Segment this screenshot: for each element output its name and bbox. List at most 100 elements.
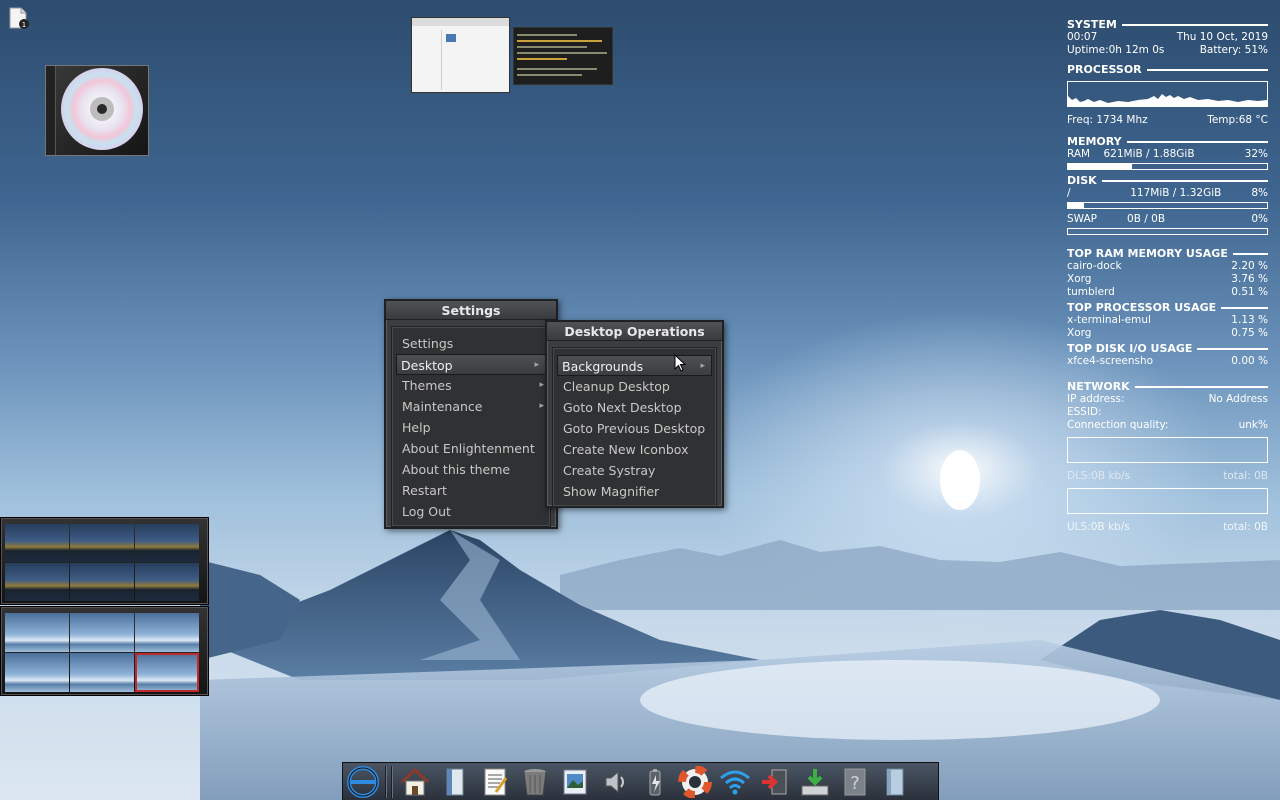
menu-item-create-iconbox[interactable]: Create New Iconbox: [553, 439, 716, 460]
swap-percent: 0%: [1251, 213, 1268, 225]
battery-icon[interactable]: [637, 765, 673, 799]
system-monitor-panel: SYSTEM 00:07 Thu 10 Oct, 2019 Uptime:0h 1…: [1067, 16, 1268, 534]
ram-value: 621MiB / 1.88GiB: [1103, 148, 1195, 160]
menu-item-backgrounds[interactable]: Backgrounds ▸: [557, 355, 712, 376]
help-lifebuoy-icon[interactable]: [677, 765, 713, 799]
home-icon[interactable]: [397, 765, 433, 799]
quality-label: Connection quality:: [1067, 419, 1169, 431]
menu-item-settings[interactable]: Settings: [392, 333, 550, 354]
dock: ?: [342, 762, 939, 800]
pager-desktop-cell[interactable]: [5, 563, 69, 601]
swap-label: SWAP: [1067, 213, 1097, 225]
submenu-arrow-icon: ▸: [539, 380, 544, 390]
section-memory: MEMORY: [1067, 135, 1268, 148]
logout-icon[interactable]: [757, 765, 793, 799]
submenu-arrow-icon: ▸: [534, 360, 539, 370]
upload-graph: [1067, 488, 1268, 514]
settings-menu: Settings Settings Desktop ▸ Themes ▸ Maint…: [384, 299, 558, 529]
ip-value: No Address: [1208, 393, 1268, 405]
section-system: SYSTEM: [1067, 18, 1268, 31]
desktop-pager-1: [0, 517, 209, 605]
menu-item-about-theme[interactable]: About this theme: [392, 459, 550, 480]
image-viewer-icon[interactable]: [557, 765, 593, 799]
menu-item-log-out[interactable]: Log Out: [392, 501, 550, 522]
dock-separator: [391, 765, 393, 798]
pager-desktop-cell[interactable]: [70, 563, 134, 601]
volume-icon[interactable]: [597, 765, 633, 799]
menu-item-about-enlightenment[interactable]: About Enlightenment: [392, 438, 550, 459]
terminal-window-preview[interactable]: [513, 27, 613, 85]
dock-separator: [385, 765, 387, 798]
section-top-cpu: TOP PROCESSOR USAGE: [1067, 301, 1268, 314]
ram-percent: 32%: [1244, 148, 1268, 160]
pager-desktop-cell[interactable]: [70, 613, 134, 652]
section-network: NETWORK: [1067, 380, 1268, 393]
file-manager-icon[interactable]: [437, 765, 473, 799]
desktop-pager-2: [0, 606, 209, 696]
pager-desktop-cell[interactable]: [5, 613, 69, 652]
trash-icon[interactable]: [517, 765, 553, 799]
battery-status: Battery: 51%: [1199, 44, 1268, 56]
cpu-graph: [1067, 81, 1268, 107]
essid-label: ESSID:: [1067, 406, 1102, 418]
disk-root-value: 117MiB / 1.32GiB: [1130, 187, 1222, 199]
file-manager-window-preview[interactable]: [411, 17, 510, 93]
mouse-pointer-icon: [674, 354, 687, 372]
ram-label: RAM: [1067, 148, 1091, 160]
cpu-temperature: Temp:68 °C: [1207, 114, 1268, 126]
section-processor: PROCESSOR: [1067, 63, 1268, 76]
disk-root-percent: 8%: [1251, 187, 1268, 199]
pager-desktop-cell[interactable]: [135, 563, 199, 601]
menu-item-cleanup-desktop[interactable]: Cleanup Desktop: [553, 376, 716, 397]
swap-value: 0B / 0B: [1127, 213, 1166, 225]
menu-item-themes[interactable]: Themes ▸: [392, 375, 550, 396]
menu-item-create-systray[interactable]: Create Systray: [553, 460, 716, 481]
desktop-operations-title: Desktop Operations: [547, 322, 722, 341]
unknown-app-icon[interactable]: ?: [837, 765, 873, 799]
section-top-ram: TOP RAM MEMORY USAGE: [1067, 247, 1268, 260]
pager-desktop-cell[interactable]: [5, 524, 69, 562]
menu-item-maintenance[interactable]: Maintenance ▸: [392, 396, 550, 417]
enlightenment-logo-icon[interactable]: [345, 765, 381, 799]
top-ram-row: tumblerd 0.51 %: [1067, 286, 1268, 298]
cpu-frequency: Freq: 1734 Mhz: [1067, 114, 1148, 126]
top-ram-row: cairo-dock 2.20 %: [1067, 260, 1268, 272]
pager-desktop-cell-current[interactable]: [135, 653, 199, 692]
menu-item-restart[interactable]: Restart: [392, 480, 550, 501]
pager-desktop-cell[interactable]: [135, 524, 199, 562]
menu-item-goto-previous-desktop[interactable]: Goto Previous Desktop: [553, 418, 716, 439]
settings-menu-title: Settings: [386, 301, 556, 320]
top-disk-row: xfce4-screensho 0.00 %: [1067, 355, 1268, 367]
pager-desktop-cell[interactable]: [5, 653, 69, 692]
quality-value: unk%: [1238, 419, 1268, 431]
top-ram-row: Xorg 3.76 %: [1067, 273, 1268, 285]
disk-root-bar: [1067, 202, 1268, 209]
download-speed: DLS:0B kb/s: [1067, 470, 1131, 482]
window-icon[interactable]: [877, 765, 913, 799]
cdrom-icon[interactable]: [45, 65, 149, 156]
menu-item-goto-next-desktop[interactable]: Goto Next Desktop: [553, 397, 716, 418]
top-cpu-row: Xorg 0.75 %: [1067, 327, 1268, 339]
menu-item-desktop[interactable]: Desktop ▸: [396, 354, 546, 375]
clock-time: 00:07: [1067, 31, 1098, 43]
upload-speed: ULS:0B kb/s: [1067, 521, 1130, 533]
section-disk: DISK: [1067, 174, 1268, 187]
menu-item-help[interactable]: Help: [392, 417, 550, 438]
submenu-arrow-icon: ▸: [700, 361, 705, 371]
submenu-arrow-icon: ▸: [539, 401, 544, 411]
pager-desktop-cell[interactable]: [70, 524, 134, 562]
download-icon[interactable]: [797, 765, 833, 799]
download-graph: [1067, 437, 1268, 463]
file-manager-icon[interactable]: 1: [6, 6, 30, 30]
ip-label: IP address:: [1067, 393, 1125, 405]
swap-bar: [1067, 228, 1268, 235]
menu-item-show-magnifier[interactable]: Show Magnifier: [553, 481, 716, 502]
wifi-icon[interactable]: [717, 765, 753, 799]
pager-desktop-cell[interactable]: [70, 653, 134, 692]
pager-desktop-cell[interactable]: [135, 613, 199, 652]
text-editor-icon[interactable]: [477, 765, 513, 799]
section-top-disk: TOP DISK I/O USAGE: [1067, 342, 1268, 355]
disk-root-label: /: [1067, 187, 1071, 199]
ram-bar: [1067, 163, 1268, 170]
top-cpu-row: x-terminal-emul 1.13 %: [1067, 314, 1268, 326]
